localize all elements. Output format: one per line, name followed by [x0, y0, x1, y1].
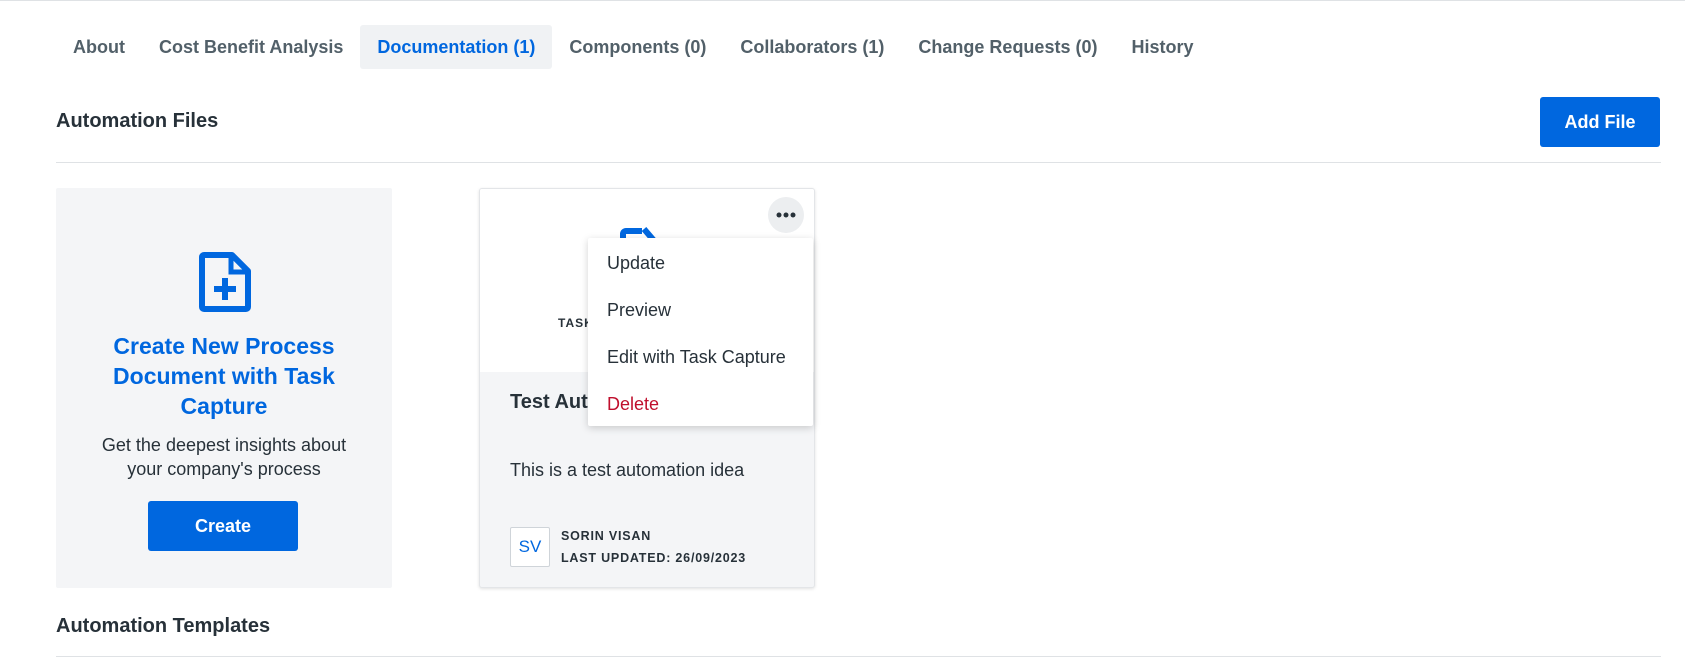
create-card-title[interactable]: Create New Process Document with Task Ca… [86, 331, 362, 421]
tab-change-requests[interactable]: Change Requests (0) [901, 25, 1114, 69]
tab-about[interactable]: About [56, 25, 142, 69]
add-file-button[interactable]: Add File [1540, 97, 1660, 147]
menu-item-edit-with-task-capture[interactable]: Edit with Task Capture [588, 334, 813, 381]
tab-documentation-label: Documentation (1) [377, 36, 536, 57]
create-button[interactable]: Create [148, 501, 298, 551]
automation-templates-heading: Automation Templates [56, 615, 271, 637]
author-name: SORIN VISAN [561, 529, 652, 543]
menu-item-preview[interactable]: Preview [588, 287, 813, 334]
section-divider [56, 162, 1661, 163]
menu-item-update[interactable]: Update [588, 240, 813, 287]
tab-bar: About Cost Benefit Analysis Documentatio… [56, 25, 1210, 69]
menu-item-delete[interactable]: Delete [588, 381, 813, 428]
file-title: Test Aut [510, 391, 588, 413]
create-process-document-card: Create New Process Document with Task Ca… [56, 188, 392, 588]
top-divider [0, 0, 1685, 2]
tab-components[interactable]: Components (0) [552, 25, 723, 69]
tab-history[interactable]: History [1114, 25, 1210, 69]
tab-collaborators[interactable]: Collaborators (1) [723, 25, 901, 69]
tab-cost-benefit-analysis[interactable]: Cost Benefit Analysis [142, 25, 360, 69]
avatar: SV [510, 527, 550, 567]
tab-documentation[interactable]: Documentation (1) [360, 25, 553, 69]
more-horizontal-icon [776, 212, 796, 218]
last-updated: LAST UPDATED: 26/09/2023 [561, 551, 746, 565]
file-context-menu: Update Preview Edit with Task Capture De… [588, 238, 813, 426]
create-card-description: Get the deepest insights about your comp… [101, 435, 347, 479]
file-description: This is a test automation idea [510, 460, 745, 480]
more-options-button[interactable] [768, 197, 804, 233]
automation-files-heading: Automation Files [56, 110, 219, 132]
section-divider [56, 656, 1661, 657]
file-plus-icon [199, 252, 251, 312]
